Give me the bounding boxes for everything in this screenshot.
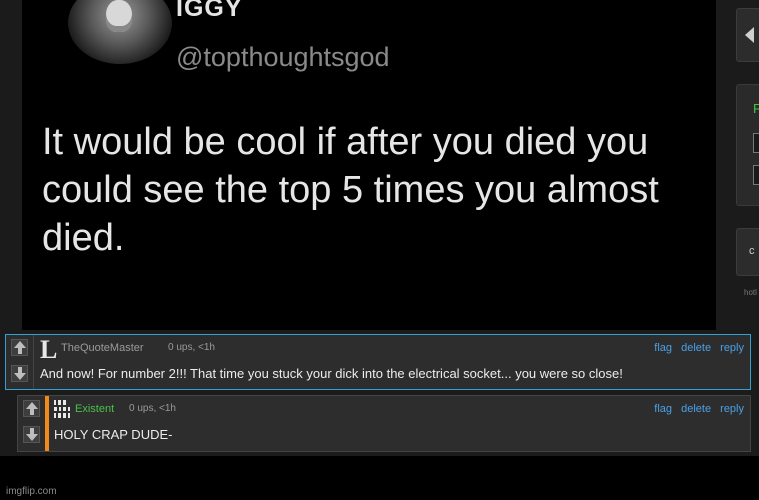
vote-column bbox=[18, 396, 49, 451]
tweet-author-name: IGGY bbox=[176, 0, 243, 22]
sidebar-panel: F bbox=[736, 84, 759, 206]
sidebar-checkbox[interactable] bbox=[753, 133, 759, 153]
vote-column bbox=[6, 335, 34, 389]
flag-link[interactable]: flag bbox=[654, 342, 672, 354]
tweet-handle: @topthoughtsgod bbox=[176, 42, 390, 72]
right-sidebar: F c hotl bbox=[716, 0, 759, 330]
sidebar-panel-label: F bbox=[753, 101, 759, 116]
chevron-left-icon bbox=[745, 27, 754, 43]
sidebar-button-label: c bbox=[749, 245, 755, 257]
sidebar-small-text: hotl bbox=[744, 288, 757, 297]
sidebar-button[interactable]: c bbox=[736, 228, 759, 276]
downvote-arrow-icon[interactable] bbox=[11, 365, 28, 382]
tweet-avatar bbox=[68, 0, 172, 64]
prev-image-button[interactable] bbox=[736, 8, 759, 62]
upvote-arrow-icon[interactable] bbox=[23, 400, 40, 417]
comment-body: And now! For number 2!!! That time you s… bbox=[40, 366, 623, 381]
comment-actions: flag delete reply bbox=[648, 342, 744, 354]
commenter-avatar[interactable] bbox=[53, 399, 75, 419]
comment-meta: 0 ups, <1h bbox=[168, 342, 215, 353]
comment-meta: 0 ups, <1h bbox=[129, 403, 176, 414]
flag-link[interactable]: flag bbox=[654, 403, 672, 415]
comment: L TheQuoteMaster 0 ups, <1h flag delete … bbox=[5, 334, 751, 390]
sidebar-checkbox[interactable] bbox=[753, 165, 759, 185]
commenter-avatar[interactable]: L bbox=[40, 337, 57, 363]
footer-bar: imgflip.com bbox=[0, 456, 759, 500]
binary-avatar-icon bbox=[53, 399, 75, 419]
upvote-arrow-icon[interactable] bbox=[11, 339, 28, 356]
page: IGGY @topthoughtsgod It would be cool if… bbox=[0, 0, 759, 500]
reply-link[interactable]: reply bbox=[720, 403, 744, 415]
tweet-text: It would be cool if after you died you c… bbox=[42, 121, 659, 259]
delete-link[interactable]: delete bbox=[681, 342, 711, 354]
reply-link[interactable]: reply bbox=[720, 342, 744, 354]
post-image: IGGY @topthoughtsgod It would be cool if… bbox=[22, 0, 716, 330]
comment-reply: Existent 0 ups, <1h flag delete reply HO… bbox=[17, 395, 751, 452]
comment-username[interactable]: TheQuoteMaster bbox=[61, 342, 144, 354]
comment-actions: flag delete reply bbox=[648, 403, 744, 415]
comment-username[interactable]: Existent bbox=[75, 403, 114, 415]
delete-link[interactable]: delete bbox=[681, 403, 711, 415]
imgflip-watermark: imgflip.com bbox=[6, 486, 57, 497]
comment-body: HOLY CRAP DUDE- bbox=[54, 427, 173, 442]
downvote-arrow-icon[interactable] bbox=[23, 426, 40, 443]
